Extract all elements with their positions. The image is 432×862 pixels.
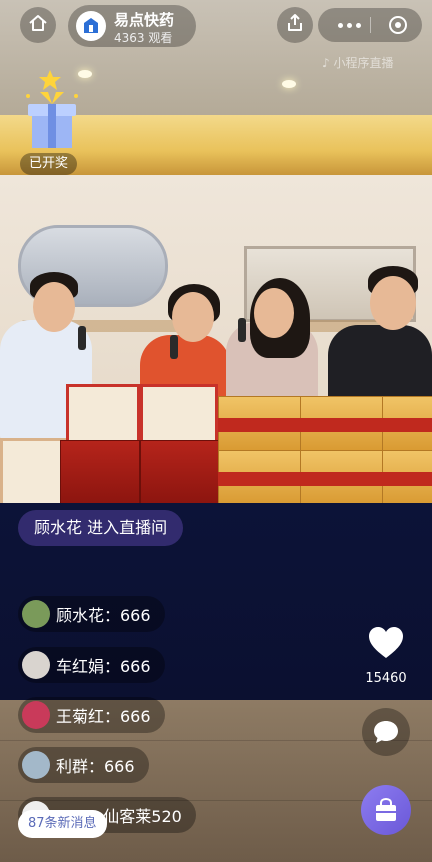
capsule-divider: [370, 17, 371, 33]
comment-button[interactable]: [362, 708, 410, 756]
entry-notice: 顾水花 进入直播间: [18, 510, 184, 546]
comment-item: 车红娟：666: [18, 647, 165, 683]
lottery-gift[interactable]: [22, 70, 82, 150]
host-info[interactable]: 易点快药 4363 观看: [68, 5, 196, 47]
home-icon: [28, 13, 48, 37]
head: [172, 292, 214, 342]
lottery-status: 已开奖: [20, 153, 78, 175]
pharmacy-logo-icon: [84, 18, 98, 33]
like-button[interactable]: [366, 624, 406, 664]
shopping-bag-icon: [376, 797, 396, 821]
host-name: 易点快药: [114, 11, 175, 29]
microphone: [78, 326, 86, 350]
share-icon: [285, 13, 305, 37]
head: [370, 276, 416, 330]
viewer-count: 4363 观看: [114, 31, 173, 45]
home-button[interactable]: [20, 7, 56, 43]
comment-item: 王菊红：666: [18, 697, 165, 733]
product-box-lid: [66, 384, 140, 446]
comment-item: 顾水花：666: [18, 596, 165, 632]
ceiling-light: [282, 80, 296, 88]
avatar: [22, 651, 50, 679]
music-note-icon: ♪: [322, 56, 330, 70]
avatar: [22, 751, 50, 779]
comment-item: 利群：666: [18, 747, 149, 783]
new-messages-button[interactable]: 87条新消息: [18, 810, 107, 838]
comment-text: 利群：666: [56, 757, 135, 776]
product-box-lid: [140, 384, 218, 446]
share-button[interactable]: [277, 7, 313, 43]
shop-button[interactable]: [361, 785, 411, 835]
mini-program-capsule: [318, 8, 422, 42]
more-dots-icon[interactable]: [338, 23, 361, 28]
comment-text: 顾水花：666: [56, 606, 151, 625]
box-band: [218, 472, 432, 486]
product-box: [140, 440, 220, 508]
head: [254, 288, 294, 338]
microphone: [170, 335, 178, 359]
gift-box-icon: [26, 70, 78, 148]
comment-text: 车红娟：666: [56, 657, 151, 676]
target-icon[interactable]: [389, 16, 407, 34]
like-count: 15460: [365, 671, 407, 686]
box-band: [218, 418, 432, 432]
watermark-text: 小程序直播: [333, 56, 394, 70]
avatar: [22, 701, 50, 729]
host-avatar: [76, 11, 106, 41]
microphone: [238, 318, 246, 342]
chat-bubble-icon: [374, 721, 398, 743]
product-box: [60, 440, 140, 508]
head: [33, 282, 75, 332]
comment-text: 王菊红：666: [56, 707, 151, 726]
live-watermark: ♪ 小程序直播: [322, 54, 394, 71]
avatar: [22, 600, 50, 628]
heart-icon: [369, 627, 403, 658]
